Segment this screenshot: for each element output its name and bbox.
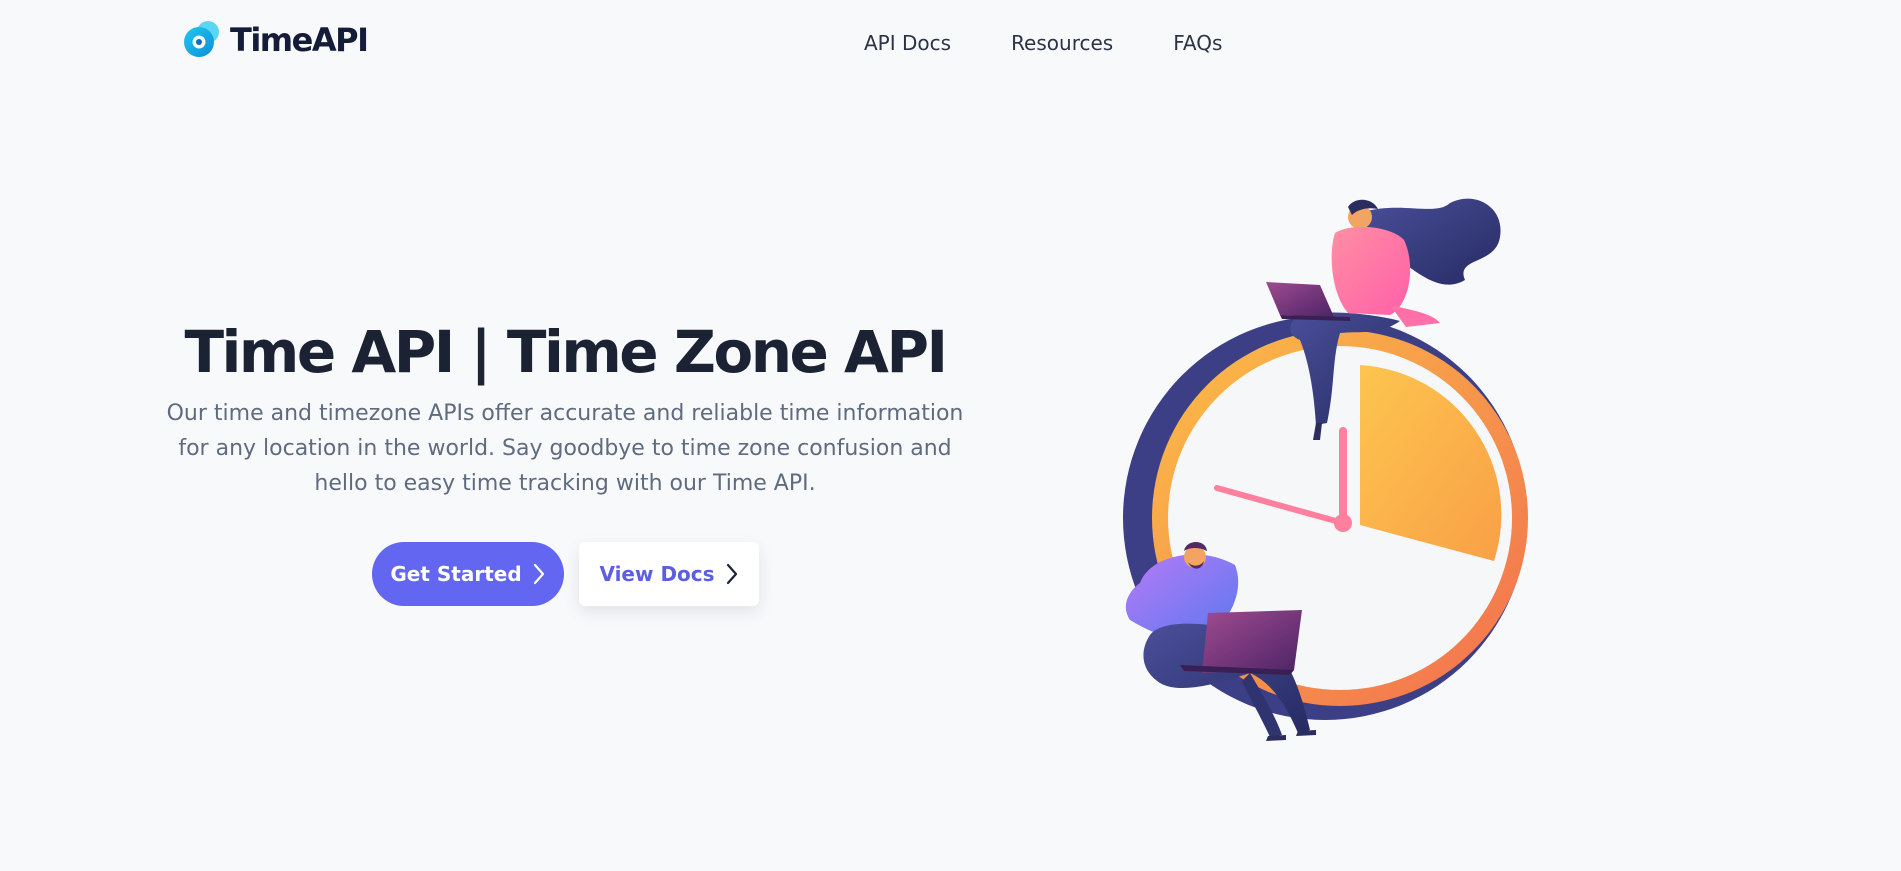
nav-item-api-docs[interactable]: API Docs	[864, 30, 951, 56]
view-docs-label: View Docs	[599, 562, 715, 586]
get-started-button[interactable]: Get Started	[372, 542, 564, 606]
hero-title: Time API | Time Zone API	[184, 318, 948, 386]
logo-icon	[184, 21, 219, 57]
chevron-right-icon	[726, 563, 737, 585]
view-docs-button[interactable]: View Docs	[579, 542, 759, 606]
logo-link[interactable]: TimeAPI	[180, 18, 369, 62]
hero-description: Our time and timezone APIs offer accurat…	[166, 401, 964, 496]
brand-name: TimeAPI	[230, 21, 369, 59]
main-nav: API Docs Resources FAQs	[864, 30, 1282, 56]
nav-item-resources[interactable]: Resources	[1011, 30, 1113, 56]
nav-item-faqs[interactable]: FAQs	[1173, 30, 1222, 56]
get-started-label: Get Started	[390, 562, 522, 586]
clock-with-people-illustration	[1123, 198, 1528, 741]
page: TimeAPI API Docs Resources FAQs Time API…	[0, 0, 1901, 871]
chevron-right-icon	[533, 563, 544, 585]
